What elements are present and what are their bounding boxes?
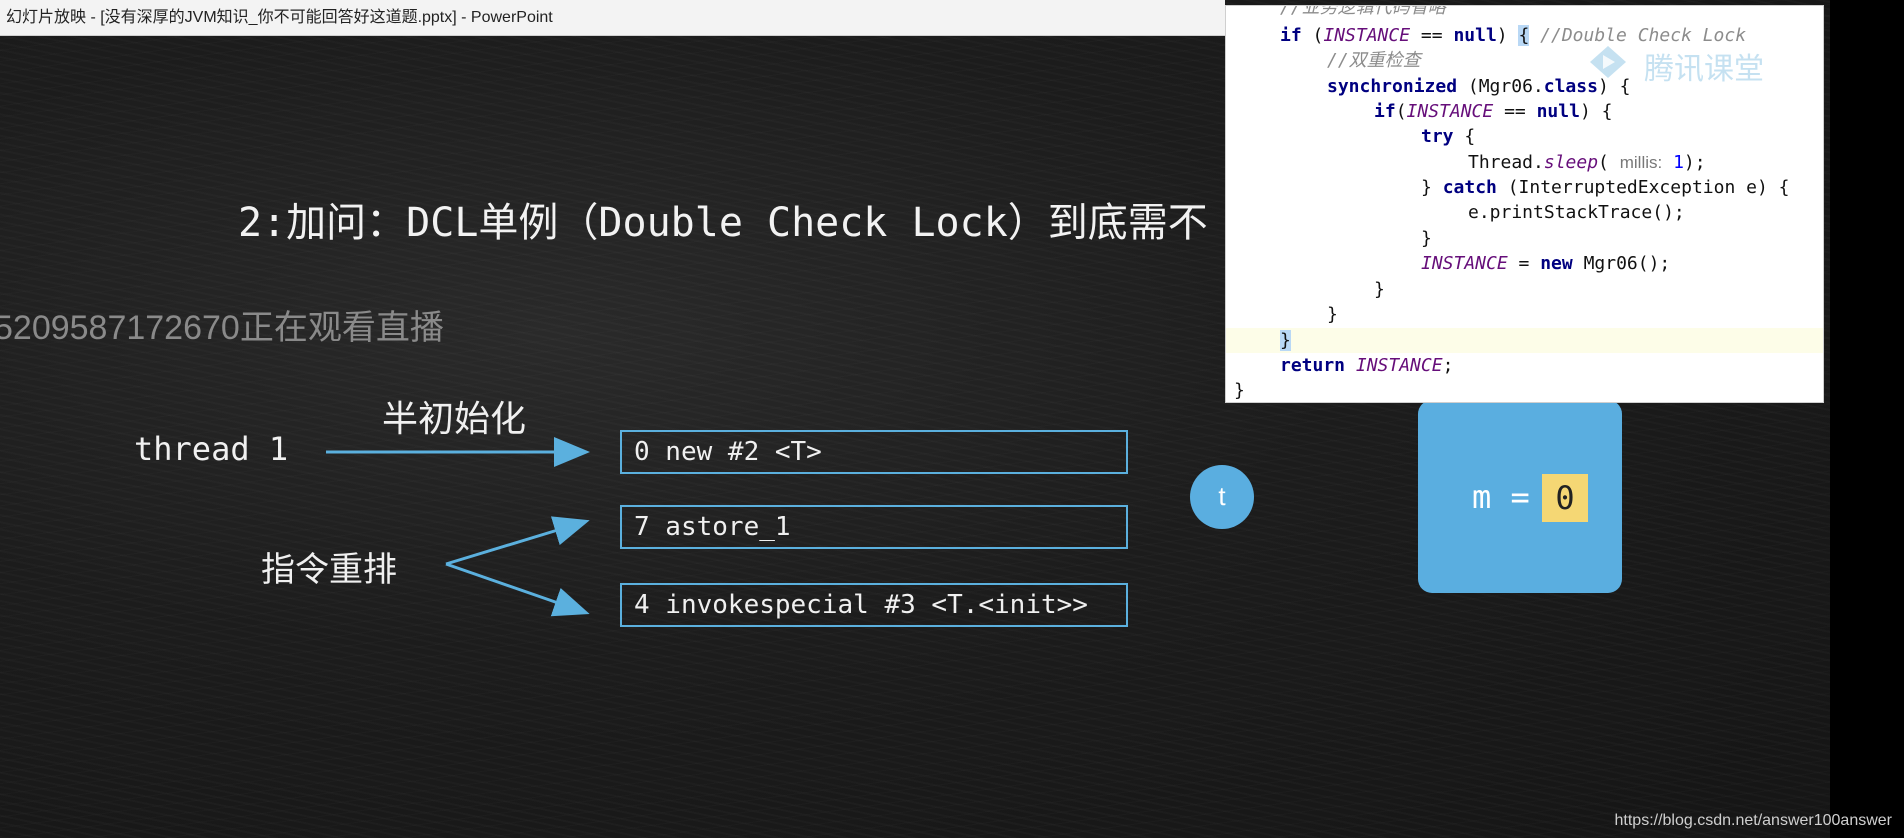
code-line-current: }	[1226, 328, 1823, 353]
screen-edge	[1830, 0, 1904, 838]
instruction-invokespecial: 4 invokespecial #3 <T.<init>>	[620, 583, 1128, 627]
code-line: e.printStackTrace();	[1468, 202, 1685, 223]
code-line: try {	[1421, 126, 1476, 147]
field-m-value: 0	[1542, 474, 1588, 522]
code-line: INSTANCE = new Mgr06();	[1421, 253, 1671, 274]
reorder-arrow-down	[445, 562, 590, 617]
code-line: }	[1234, 380, 1245, 401]
code-line: }	[1327, 304, 1338, 325]
code-line: }	[1421, 228, 1432, 249]
code-line: return INSTANCE;	[1280, 355, 1454, 376]
code-line: }	[1374, 279, 1385, 300]
play-icon	[1590, 46, 1626, 78]
reference-t: t	[1190, 465, 1254, 529]
instruction-new: 0 new #2 <T>	[620, 430, 1128, 474]
code-line: Thread.sleep( millis: 1);	[1468, 152, 1706, 173]
field-m-label: m =	[1472, 478, 1530, 516]
code-line: } catch (InterruptedException e) {	[1421, 177, 1790, 198]
reorder-arrow-up	[445, 516, 590, 566]
source-credit: https://blog.csdn.net/answer100answer	[1614, 812, 1893, 829]
instruction-astore: 7 astore_1	[620, 505, 1128, 549]
code-line: if(INSTANCE == null) {	[1374, 101, 1613, 122]
platform-watermark: 腾讯课堂	[1644, 53, 1764, 86]
code-line: //业务逻辑代码省略	[1280, 5, 1446, 18]
